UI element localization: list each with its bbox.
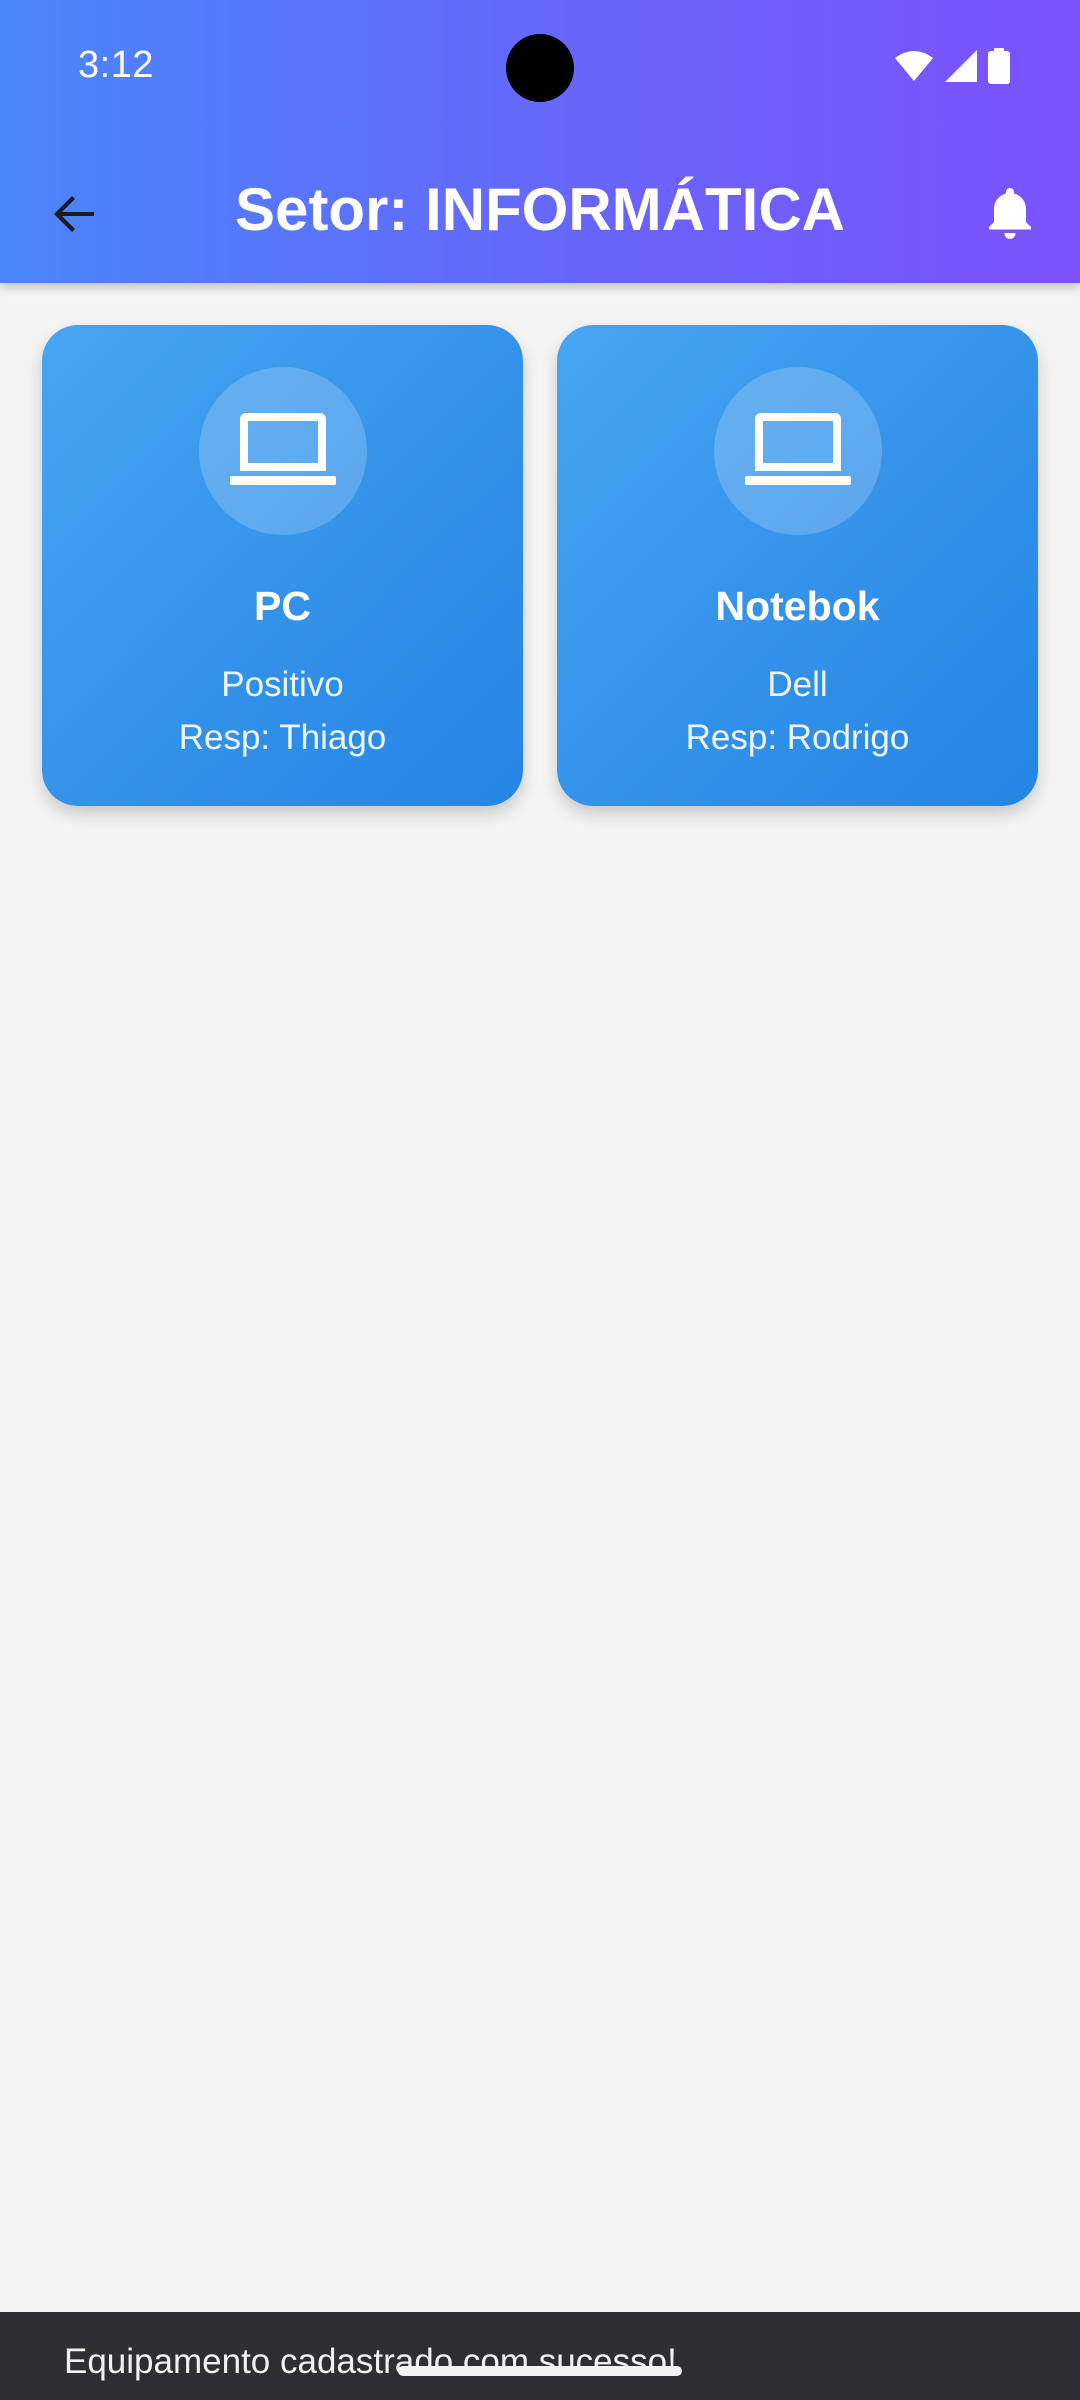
screen: 3:12 Setor: INFORMÁTICA PC Positivo Resp…: [0, 0, 1080, 2400]
snackbar-message: Equipamento cadastrado com sucesso!: [64, 2342, 677, 2381]
snackbar: Equipamento cadastrado com sucesso!: [0, 2312, 1080, 2400]
battery-icon: [988, 48, 1010, 84]
equipment-responsible: Resp: Rodrigo: [685, 718, 910, 757]
notifications-button[interactable]: [966, 172, 1054, 260]
laptop-icon: [229, 412, 336, 490]
gesture-navigation-bar[interactable]: [398, 2366, 682, 2376]
equipment-name: Notebok: [715, 583, 880, 629]
card-icon-circle: [713, 367, 882, 535]
equipment-card-pc[interactable]: PC Positivo Resp: Thiago: [42, 325, 523, 806]
bell-icon: [986, 187, 1034, 245]
wifi-icon: [894, 50, 934, 82]
equipment-name: PC: [254, 583, 311, 629]
arrow-back-icon: [50, 190, 98, 243]
status-bar: 3:12: [0, 0, 1080, 135]
app-bar: Setor: INFORMÁTICA: [0, 150, 1080, 268]
equipment-brand: Positivo: [221, 665, 344, 704]
equipment-grid: PC Positivo Resp: Thiago Notebok Dell Re…: [42, 325, 1038, 806]
status-icons: [894, 48, 1010, 84]
camera-cutout: [506, 34, 574, 102]
equipment-card-notebook[interactable]: Notebok Dell Resp: Rodrigo: [557, 325, 1038, 806]
equipment-responsible: Resp: Thiago: [178, 718, 387, 757]
page-title: Setor: INFORMÁTICA: [235, 176, 845, 243]
card-icon-circle: [198, 367, 367, 535]
header: 3:12 Setor: INFORMÁTICA: [0, 0, 1080, 283]
back-button[interactable]: [30, 172, 118, 260]
status-time: 3:12: [78, 44, 154, 86]
equipment-brand: Dell: [767, 665, 828, 704]
laptop-icon: [744, 412, 851, 490]
signal-icon: [944, 49, 978, 83]
